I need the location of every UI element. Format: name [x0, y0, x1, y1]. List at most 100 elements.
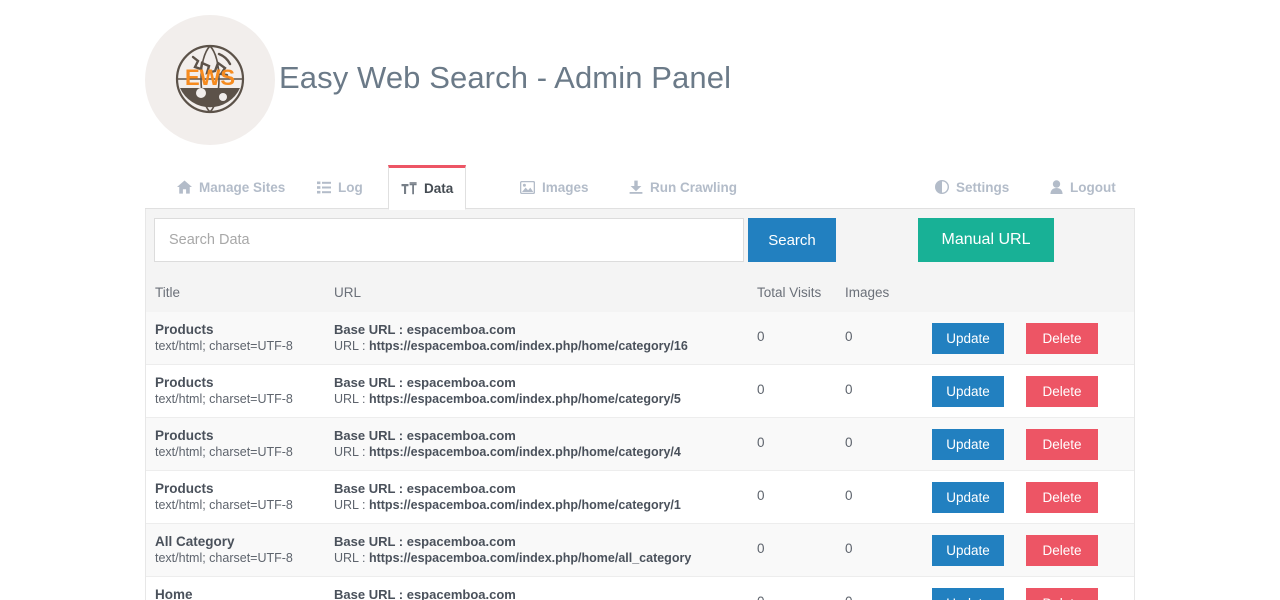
table-row: All Category text/html; charset=UTF-8 Base…	[146, 524, 1134, 577]
row-content-type: text/html; charset=UTF-8	[155, 392, 293, 406]
data-panel: Search Manual URL Title URL Total Visits…	[145, 209, 1135, 600]
cell-url: Base URL : espacemboa.com URL : https://e…	[334, 321, 744, 355]
row-base-url: Base URL : espacemboa.com	[334, 481, 516, 496]
update-button[interactable]: Update	[932, 535, 1004, 566]
row-title: Products	[155, 428, 214, 443]
tab-run-crawling[interactable]: Run Crawling	[617, 165, 749, 209]
row-title: Products	[155, 481, 214, 496]
table-row: Products text/html; charset=UTF-8 Base URL…	[146, 418, 1134, 471]
update-button[interactable]: Update	[932, 588, 1004, 600]
tab-images[interactable]: Images	[508, 165, 601, 209]
tab-label: Run Crawling	[650, 179, 737, 195]
logo-badge: EWS	[145, 15, 275, 145]
cell-url: Base URL : espacemboa.com URL : https://e…	[334, 480, 744, 514]
table-row: Hometext/html; charset=UTF-8 Base URL : e…	[146, 577, 1134, 600]
column-header-images: Images	[845, 285, 890, 300]
data-table: Title URL Total Visits Images Products te…	[146, 275, 1134, 600]
ews-globe-icon: EWS	[175, 44, 245, 114]
cell-images: 0	[845, 488, 853, 503]
page-title: Easy Web Search - Admin Panel	[279, 60, 732, 95]
row-url: URL : https://espacemboa.com/index.php/h…	[334, 445, 681, 459]
table-row: Products text/html; charset=UTF-8 Base URL…	[146, 365, 1134, 418]
row-content-type: text/html; charset=UTF-8	[155, 551, 293, 565]
row-base-url: Base URL : espacemboa.com	[334, 587, 516, 600]
tab-settings[interactable]: Settings	[923, 165, 1021, 209]
cell-title: Products text/html; charset=UTF-8	[155, 427, 330, 461]
delete-button[interactable]: Delete	[1026, 535, 1098, 566]
tab-manage-sites[interactable]: Manage Sites	[165, 165, 297, 209]
tab-label: Settings	[956, 179, 1010, 195]
cell-title: Hometext/html; charset=UTF-8	[155, 586, 330, 600]
update-button[interactable]: Update	[932, 482, 1004, 513]
cell-title: Products text/html; charset=UTF-8	[155, 321, 330, 355]
delete-button[interactable]: Delete	[1026, 588, 1098, 600]
update-button[interactable]: Update	[932, 323, 1004, 354]
row-base-url: Base URL : espacemboa.com	[334, 428, 516, 443]
tab-label: Logout	[1070, 179, 1116, 195]
adjust-icon	[935, 180, 949, 194]
row-title: Products	[155, 375, 214, 390]
row-base-url: Base URL : espacemboa.com	[334, 322, 516, 337]
cell-images: 0	[845, 541, 853, 556]
cell-title: Products text/html; charset=UTF-8	[155, 480, 330, 514]
cell-total-visits: 0	[757, 541, 765, 556]
list-icon	[317, 181, 331, 194]
cell-images: 0	[845, 329, 853, 344]
cell-url: Base URL : espacemboa.com URL : https://e…	[334, 427, 744, 461]
column-header-visits: Total Visits	[757, 285, 822, 300]
row-title: Home	[155, 587, 193, 600]
column-header-url: URL	[334, 285, 362, 300]
delete-button[interactable]: Delete	[1026, 482, 1098, 513]
cell-title: All Category text/html; charset=UTF-8	[155, 533, 330, 567]
row-url: URL : https://espacemboa.com/index.php/h…	[334, 392, 681, 406]
cell-url: Base URL : espacemboa.com URL : https://e…	[334, 374, 744, 408]
tab-log[interactable]: Log	[305, 165, 375, 209]
row-title: All Category	[155, 534, 235, 549]
image-icon	[520, 180, 535, 194]
row-base-url: Base URL : espacemboa.com	[334, 375, 516, 390]
search-toolbar: Search Manual URL	[154, 218, 1128, 266]
row-url: URL : https://espacemboa.com/index.php/h…	[334, 339, 688, 353]
update-button[interactable]: Update	[932, 429, 1004, 460]
row-base-url: Base URL : espacemboa.com	[334, 534, 516, 549]
manual-url-button[interactable]: Manual URL	[918, 218, 1054, 262]
cell-total-visits: 0	[757, 435, 765, 450]
row-content-type: text/html; charset=UTF-8	[155, 498, 293, 512]
table-row: Products text/html; charset=UTF-8 Base URL…	[146, 312, 1134, 365]
home-icon	[177, 180, 192, 194]
tab-label: Data	[424, 181, 454, 196]
row-content-type: text/html; charset=UTF-8	[155, 445, 293, 459]
tab-logout[interactable]: Logout	[1038, 165, 1128, 209]
logo-text: EWS	[185, 65, 235, 90]
row-url: URL : https://espacemboa.com/index.php/h…	[334, 551, 692, 565]
cell-total-visits: 0	[757, 488, 765, 503]
row-content-type: text/html; charset=UTF-8	[155, 339, 293, 353]
cell-images: 0	[845, 594, 853, 600]
cell-total-visits: 0	[757, 329, 765, 344]
row-title: Products	[155, 322, 214, 337]
table-body: Products text/html; charset=UTF-8 Base URL…	[146, 312, 1134, 600]
cell-total-visits: 0	[757, 382, 765, 397]
update-button[interactable]: Update	[932, 376, 1004, 407]
delete-button[interactable]: Delete	[1026, 429, 1098, 460]
cell-total-visits: 0	[757, 594, 765, 600]
cell-title: Products text/html; charset=UTF-8	[155, 374, 330, 408]
row-url: URL : https://espacemboa.com/index.php/h…	[334, 498, 681, 512]
tab-label: Log	[338, 179, 363, 195]
cell-url: Base URL : espacemboa.comURL : https://e…	[334, 586, 744, 600]
main-navigation: Manage Sites Log Data Images Run Crawlin…	[145, 165, 1135, 210]
table-header-row: Title URL Total Visits Images	[146, 275, 1134, 312]
user-icon	[1050, 180, 1063, 194]
delete-button[interactable]: Delete	[1026, 376, 1098, 407]
search-input[interactable]	[154, 218, 744, 262]
cell-url: Base URL : espacemboa.com URL : https://e…	[334, 533, 744, 567]
cell-images: 0	[845, 435, 853, 450]
delete-button[interactable]: Delete	[1026, 323, 1098, 354]
search-button[interactable]: Search	[748, 218, 836, 262]
table-row: Products text/html; charset=UTF-8 Base URL…	[146, 471, 1134, 524]
cell-images: 0	[845, 382, 853, 397]
tab-label: Manage Sites	[199, 179, 286, 195]
tab-label: Images	[542, 179, 589, 195]
tab-data[interactable]: Data	[388, 165, 467, 210]
page-header: EWS Easy Web Search - Admin Panel	[0, 0, 1280, 160]
